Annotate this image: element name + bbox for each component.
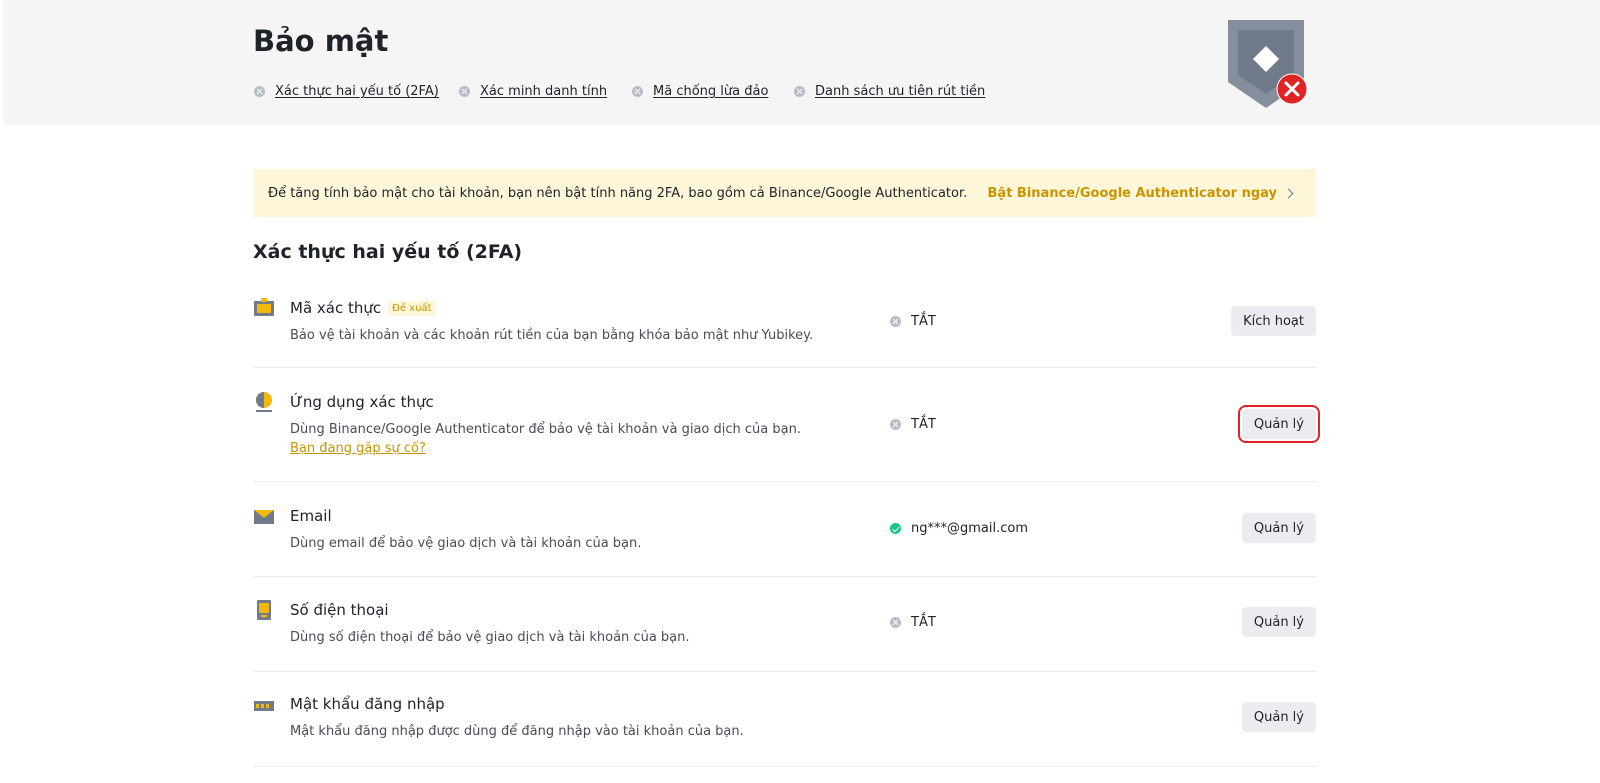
row-title: Ứng dụng xác thực [290, 393, 434, 411]
row-description: Mật khẩu đăng nhập được dùng để đăng nhậ… [290, 724, 744, 739]
not-done-icon [632, 86, 643, 97]
checklist-item-anti-phishing[interactable]: Mã chống lừa đảo [632, 84, 768, 99]
status-text: TẮT [911, 615, 936, 630]
banner-link-label[interactable]: Bật Binance/Google Authenticator ngay [988, 186, 1277, 201]
row-description: Bảo vệ tài khoản và các khoản rút tiền c… [290, 328, 814, 343]
troubleshoot-link[interactable]: Bạn đang gặp sự cố? [290, 441, 426, 456]
chevron-right-icon [1283, 188, 1294, 198]
row-title-text: Mật khẩu đăng nhập [290, 695, 445, 713]
checklist-label[interactable]: Xác thực hai yếu tố (2FA) [275, 84, 439, 99]
row-title: Mã xác thực Đề xuất [290, 299, 436, 317]
status-off-icon [890, 617, 901, 628]
recommended-badge: Đề xuất [388, 300, 436, 316]
phone-icon [257, 600, 271, 620]
status-text: TẮT [911, 417, 936, 432]
status-text: ng***@gmail.com [911, 521, 1028, 536]
checklist-item-identity[interactable]: Xác minh danh tính [459, 84, 607, 99]
list-item-email: Email Dùng email để bảo vệ giao dịch và … [253, 482, 1316, 577]
row-title-text: Số điện thoại [290, 601, 389, 619]
status-text: TẮT [911, 314, 936, 329]
not-done-icon [459, 86, 470, 97]
security-key-icon [254, 298, 274, 316]
row-title-text: Ứng dụng xác thực [290, 393, 434, 411]
row-description: Dùng email để bảo vệ giao dịch và tài kh… [290, 536, 642, 551]
activate-button[interactable]: Kích hoạt [1231, 306, 1316, 336]
status-off: TẮT [890, 314, 936, 329]
list-item-security-key: Mã xác thực Đề xuất Bảo vệ tài khoản và … [253, 280, 1316, 368]
row-title-text: Mã xác thực [290, 299, 382, 317]
row-title: Mật khẩu đăng nhập [290, 695, 445, 713]
status-off-icon [890, 316, 901, 327]
page-header [3, 0, 1600, 125]
enable-2fa-banner: Để tăng tính bảo mật cho tài khoản, bạn … [253, 169, 1316, 217]
manage-password-button[interactable]: Quản lý [1241, 702, 1316, 732]
checklist-label[interactable]: Mã chống lừa đảo [653, 84, 768, 99]
status-off-icon [890, 419, 901, 430]
not-done-icon [794, 86, 805, 97]
checklist-label[interactable]: Xác minh danh tính [480, 84, 607, 99]
page-title: Bảo mật [253, 24, 389, 58]
enable-authenticator-link[interactable]: Bật Binance/Google Authenticator ngay [988, 186, 1294, 201]
checklist-item-withdrawal-whitelist[interactable]: Danh sách ưu tiên rút tiền [794, 84, 985, 99]
status-off: TẮT [890, 417, 936, 432]
banner-text: Để tăng tính bảo mật cho tài khoản, bạn … [268, 185, 968, 201]
list-item-authenticator-app: Ứng dụng xác thực Dùng Binance/Google Au… [253, 368, 1321, 482]
row-title: Số điện thoại [290, 601, 389, 619]
not-done-icon [254, 86, 265, 97]
security-shield-icon [1228, 20, 1308, 108]
authenticator-icon [256, 392, 272, 412]
manage-email-button[interactable]: Quản lý [1241, 513, 1316, 543]
section-title: Xác thực hai yếu tố (2FA) [253, 241, 523, 263]
manage-phone-button[interactable]: Quản lý [1241, 607, 1316, 637]
list-item-phone: Số điện thoại Dùng số điện thoại để bảo … [253, 577, 1316, 672]
status-off: TẮT [890, 615, 936, 630]
manage-authenticator-button[interactable]: Quản lý [1237, 405, 1321, 443]
row-description: Dùng Binance/Google Authenticator để bảo… [290, 422, 801, 437]
password-icon [254, 701, 274, 711]
row-title: Email [290, 507, 332, 525]
list-item-login-password: Mật khẩu đăng nhập Mật khẩu đăng nhập đư… [253, 672, 1316, 767]
check-circle-icon [890, 523, 901, 534]
row-title-text: Email [290, 507, 332, 525]
checklist-label[interactable]: Danh sách ưu tiên rút tiền [815, 84, 985, 99]
mail-icon [254, 510, 274, 524]
checklist-item-2fa[interactable]: Xác thực hai yếu tố (2FA) [254, 84, 439, 99]
row-description: Dùng số điện thoại để bảo vệ giao dịch v… [290, 630, 690, 645]
status-on: ng***@gmail.com [890, 521, 1028, 536]
